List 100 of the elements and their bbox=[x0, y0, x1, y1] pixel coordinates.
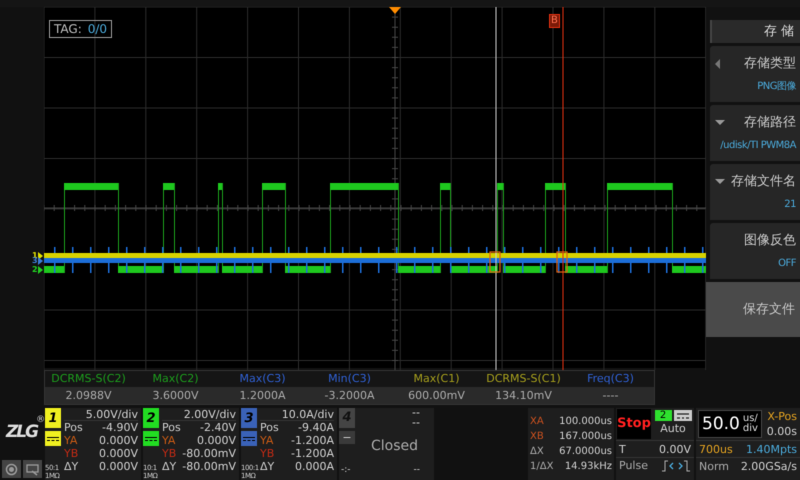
cursor-marker-icon bbox=[489, 251, 501, 273]
timebase-unit: us/ bbox=[742, 414, 758, 424]
row-label: Pos bbox=[162, 421, 181, 434]
menu-item-value: OFF bbox=[778, 257, 796, 272]
record-duration: 700us bbox=[699, 442, 733, 457]
channel-number-tab[interactable]: 3 bbox=[241, 408, 257, 428]
channel-number-tab[interactable]: 2 bbox=[143, 408, 159, 428]
menu-item-value: 21 bbox=[784, 198, 796, 212]
menu-item-label: 存储路径 bbox=[744, 114, 796, 132]
cursor-value: 14.93kHz bbox=[564, 460, 612, 474]
timebase-scale: 50.0 bbox=[702, 416, 740, 432]
row-value: 0.000V bbox=[98, 460, 138, 473]
cursor-label: XB bbox=[530, 430, 544, 444]
delta-value: -- bbox=[414, 464, 420, 477]
trigger-level: 0.00V bbox=[658, 442, 691, 457]
measurement-value: ---- bbox=[567, 387, 654, 404]
memory-depth: 1.40Mpts bbox=[746, 442, 797, 457]
row-value: -80.00mV bbox=[182, 460, 236, 473]
row-label: YA bbox=[260, 434, 274, 447]
screen-icon bbox=[26, 462, 38, 476]
screen-button[interactable] bbox=[22, 460, 42, 478]
down-arrow-icon bbox=[715, 120, 725, 125]
left-arrow-icon bbox=[715, 58, 720, 68]
vertical-scale: 5.00V/div bbox=[64, 408, 138, 421]
row-label: Pos bbox=[260, 421, 279, 434]
logo-text: ZLG bbox=[6, 422, 38, 442]
dc-coupling-icon bbox=[45, 431, 61, 446]
acquisition-mode: Norm bbox=[699, 459, 730, 474]
measurement-value: 3.6000V bbox=[132, 387, 219, 404]
timebase-unit: div bbox=[742, 424, 758, 434]
row-label: YB bbox=[64, 447, 78, 460]
menu-title: 存 储 bbox=[710, 20, 800, 43]
run-stop-button[interactable]: Stop bbox=[617, 409, 651, 439]
cursor-value: 100.000us bbox=[559, 415, 612, 429]
sample-rate: 2.00GSa/s bbox=[740, 459, 797, 474]
dc-coupling-icon bbox=[241, 431, 257, 446]
measurement-value: -3.2000A bbox=[306, 387, 393, 404]
row-value: -1.200A bbox=[291, 447, 334, 460]
row-value: 0.000A bbox=[294, 460, 334, 473]
vertical-scale: 2.00V/div bbox=[162, 408, 236, 421]
vertical-scale: -- bbox=[411, 408, 420, 418]
row-value: -80.00mV bbox=[182, 447, 236, 460]
measurement-label: Min(C3) bbox=[328, 372, 371, 385]
trigger-type: Pulse bbox=[619, 458, 648, 474]
channel-number-tab[interactable]: 1 bbox=[45, 408, 61, 428]
trigger-level-label: T bbox=[619, 442, 626, 457]
offset-value: -- bbox=[411, 418, 420, 428]
channel-status: Closed bbox=[370, 440, 420, 452]
row-label: ΔY bbox=[64, 460, 78, 473]
menu-item-label: 图像反色 bbox=[744, 232, 796, 250]
menu-item[interactable]: 存储路径 /udisk/TI PWM8A bbox=[710, 105, 800, 161]
row-value: -2.40V bbox=[200, 421, 236, 434]
cursor-marker-icon bbox=[556, 251, 568, 273]
dc-coupling-icon bbox=[143, 431, 159, 446]
row-label: YA bbox=[162, 434, 176, 447]
measurement-label: Freq(C3) bbox=[587, 372, 634, 385]
delta-label: -:- bbox=[341, 464, 351, 477]
cursor-b-label: B bbox=[549, 14, 560, 28]
measurement-value: 600.00mV bbox=[393, 387, 480, 404]
row-value: 0.000V bbox=[98, 447, 138, 460]
registered-mark: ® bbox=[36, 414, 46, 425]
save-file-button[interactable]: 保存文件 bbox=[706, 282, 800, 337]
tag-caption: TAG: bbox=[54, 21, 82, 37]
touch-button[interactable] bbox=[2, 460, 20, 478]
trigger-source-badge: 2 bbox=[654, 410, 672, 421]
tag-count: 0/0 bbox=[88, 21, 108, 37]
row-value: -1.200A bbox=[291, 434, 334, 447]
menu-item-value: PNG图像 bbox=[757, 80, 796, 94]
vertical-scale: 10.0A/div bbox=[260, 408, 334, 421]
row-label: ΔY bbox=[260, 460, 274, 473]
menu-item[interactable]: 图像反色 OFF bbox=[710, 223, 800, 279]
measurement-label: DCRMS-S(C1) bbox=[486, 372, 561, 385]
row-value: -9.40A bbox=[298, 421, 334, 434]
measurement-label: Max(C3) bbox=[239, 372, 286, 385]
row-value: 0.000V bbox=[196, 434, 236, 447]
down-arrow-icon bbox=[715, 179, 725, 184]
menu-item-label: 存储文件名 bbox=[731, 172, 796, 191]
cursor-label: XA bbox=[530, 415, 544, 429]
pulse-trigger-icon bbox=[661, 460, 691, 472]
trigger-mode: Auto bbox=[660, 421, 686, 436]
row-label: YB bbox=[162, 447, 176, 460]
measurement-label: Max(C2) bbox=[152, 372, 198, 385]
measurement-label: DCRMS-S(C2) bbox=[51, 372, 126, 385]
xpos-value: 0.00s bbox=[766, 424, 797, 439]
menu-item-label: 存储类型 bbox=[744, 54, 796, 73]
row-label: Pos bbox=[64, 421, 83, 434]
menu-item[interactable]: 存储文件名 21 bbox=[710, 164, 800, 220]
menu-item[interactable]: 存储类型 PNG图像 bbox=[710, 46, 800, 102]
row-value: 0.000V bbox=[98, 434, 138, 447]
cursor-value: 167.000us bbox=[559, 430, 612, 444]
measurement-value: 134.10mV bbox=[480, 387, 567, 404]
row-label: YA bbox=[64, 434, 78, 447]
cursor-value: 67.0000us bbox=[559, 445, 612, 459]
cursor-label: ΔX bbox=[530, 445, 544, 459]
measurement-value: 2.0988V bbox=[45, 387, 132, 404]
measurement-label: Max(C1) bbox=[413, 372, 460, 385]
row-label: YB bbox=[260, 447, 274, 460]
cursor-label: 1/ΔX bbox=[530, 460, 554, 474]
row-value: -4.90V bbox=[102, 421, 138, 434]
coupling-label: − bbox=[339, 431, 355, 444]
